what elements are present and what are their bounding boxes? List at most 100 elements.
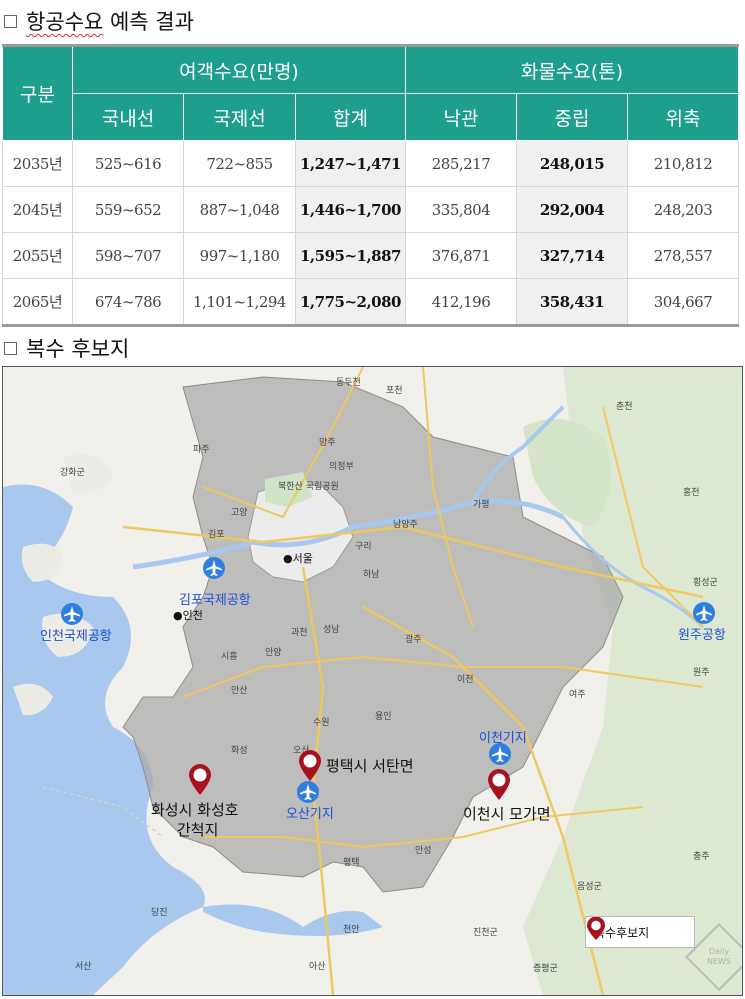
city-label: 파주 <box>193 445 210 455</box>
table-row: 2055년 598~707 997~1,180 1,595~1,887 376,… <box>2 232 739 279</box>
section-title-rest: 예측 결과 <box>103 10 194 34</box>
candidate-label-hwaseong-2: 간척지 <box>177 821 219 839</box>
airport-plane-icon <box>693 602 715 624</box>
city-label: 이천 <box>457 675 474 685</box>
city-label: 진천군 <box>473 928 498 938</box>
candidate-map[interactable]: 동두천 포천 파주 양주 의정부 고양 김포 북한산 국립공원 남양주 구리 하… <box>2 366 743 996</box>
domestic-cell: 674~786 <box>72 278 184 326</box>
city-label: 충주 <box>693 852 710 862</box>
map-pin-icon <box>587 917 605 940</box>
total-cell: 1,595~1,887 <box>295 232 406 279</box>
header-pessimistic: 위축 <box>627 93 739 141</box>
city-dot-icon: ● <box>283 552 293 565</box>
section-title-demand: 항공수요 예측 결과 <box>4 6 194 36</box>
city-label: 당진 <box>151 908 168 918</box>
airport-label-gimpo: 김포국제공항 <box>179 593 251 608</box>
city-label: 안산 <box>231 686 248 696</box>
city-label: 용인 <box>375 712 392 722</box>
bukhansan-label: 북한산 국립공원 <box>278 482 339 492</box>
pessimistic-cell: 304,667 <box>627 278 739 326</box>
city-label: 평택 <box>343 858 360 868</box>
airport-plane-icon <box>203 557 225 579</box>
map-legend: 복수후보지 <box>585 916 695 948</box>
table-row: 2065년 674~786 1,101~1,294 1,775~2,080 41… <box>2 278 739 326</box>
city-label: 천안 <box>343 925 360 935</box>
neutral-cell: 327,714 <box>516 232 628 279</box>
year-cell: 2065년 <box>2 278 73 326</box>
pessimistic-cell: 210,812 <box>627 140 739 187</box>
optimistic-cell: 285,217 <box>405 140 517 187</box>
city-label: 하남 <box>363 570 380 580</box>
city-label: 안양 <box>265 648 282 658</box>
map-base <box>3 367 742 995</box>
neutral-cell: 248,015 <box>516 140 628 187</box>
domestic-cell: 598~707 <box>72 232 184 279</box>
international-cell: 887~1,048 <box>183 186 296 233</box>
table-row: 2035년 525~616 722~855 1,247~1,471 285,21… <box>2 140 739 187</box>
domestic-cell: 559~652 <box>72 186 184 233</box>
city-label: 강화군 <box>60 468 85 478</box>
airport-label-osan: 오산기지 <box>286 807 334 822</box>
city-label: 광주 <box>405 635 422 645</box>
city-incheon: ●인천 <box>173 609 203 622</box>
city-label: 과천 <box>291 628 308 638</box>
pessimistic-cell: 248,203 <box>627 186 739 233</box>
city-label: 시흥 <box>221 652 238 662</box>
section-title-text: 복수 후보지 <box>26 337 130 361</box>
city-label: 음성군 <box>577 882 602 892</box>
section-title-candidates: 복수 후보지 <box>4 333 129 363</box>
airport-plane-icon <box>61 603 83 625</box>
city-label: 횡성군 <box>693 578 718 588</box>
pessimistic-cell: 278,557 <box>627 232 739 279</box>
city-seoul: ●서울 <box>283 552 313 565</box>
city-label: 안성 <box>415 846 432 856</box>
year-cell: 2045년 <box>2 186 73 233</box>
header-domestic: 국내선 <box>72 93 184 141</box>
city-label: 원주 <box>693 668 710 678</box>
total-cell: 1,775~2,080 <box>295 278 406 326</box>
city-label: 포천 <box>386 386 403 396</box>
watermark-text: Daily NEWS <box>706 947 732 966</box>
header-cargo-group: 화물수요(톤) <box>405 45 739 94</box>
candidate-label-icheon: 이천시 모가면 <box>463 805 551 823</box>
header-passenger-group: 여객수요(만명) <box>72 45 406 94</box>
international-cell: 1,101~1,294 <box>183 278 296 326</box>
demand-forecast-table: 구분 여객수요(만명) 화물수요(톤) 국내선 국제선 합계 낙관 중립 위축 … <box>2 44 739 327</box>
city-label: 남양주 <box>393 520 418 530</box>
city-label: 가평 <box>473 500 490 510</box>
optimistic-cell: 412,196 <box>405 278 517 326</box>
candidate-label-pyeongtaek: 평택시 서탄면 <box>326 757 414 775</box>
airport-label-incheon: 인천국제공항 <box>40 629 112 644</box>
section-title-main: 항공수요 <box>26 10 104 34</box>
header-optimistic: 낙관 <box>405 93 517 141</box>
map-pin-icon <box>299 750 321 781</box>
city-label: 증평군 <box>533 964 558 974</box>
neutral-cell: 358,431 <box>516 278 628 326</box>
map-pin-icon <box>488 769 510 800</box>
header-category: 구분 <box>2 45 73 141</box>
city-label: 구리 <box>355 542 372 552</box>
city-label: 김포 <box>208 530 225 540</box>
year-cell: 2055년 <box>2 232 73 279</box>
optimistic-cell: 335,804 <box>405 186 517 233</box>
city-label: 춘천 <box>616 402 633 412</box>
map-pin-icon <box>189 764 211 795</box>
city-label: 성남 <box>323 625 340 635</box>
header-total: 합계 <box>295 93 406 141</box>
domestic-cell: 525~616 <box>72 140 184 187</box>
city-label: 고양 <box>231 508 248 518</box>
candidate-label-hwaseong: 화성시 화성호 <box>151 801 239 819</box>
checkbox-square-icon <box>4 14 17 28</box>
year-cell: 2035년 <box>2 140 73 187</box>
optimistic-cell: 376,871 <box>405 232 517 279</box>
city-label: 서산 <box>75 962 92 972</box>
airport-plane-icon <box>489 743 511 765</box>
checkbox-square-icon <box>4 341 17 355</box>
neutral-cell: 292,004 <box>516 186 628 233</box>
header-international: 국제선 <box>183 93 296 141</box>
city-label: 양주 <box>319 438 336 448</box>
city-dot-icon: ● <box>173 609 183 622</box>
city-label: 여주 <box>569 690 586 700</box>
airport-plane-icon <box>297 781 319 803</box>
international-cell: 997~1,180 <box>183 232 296 279</box>
